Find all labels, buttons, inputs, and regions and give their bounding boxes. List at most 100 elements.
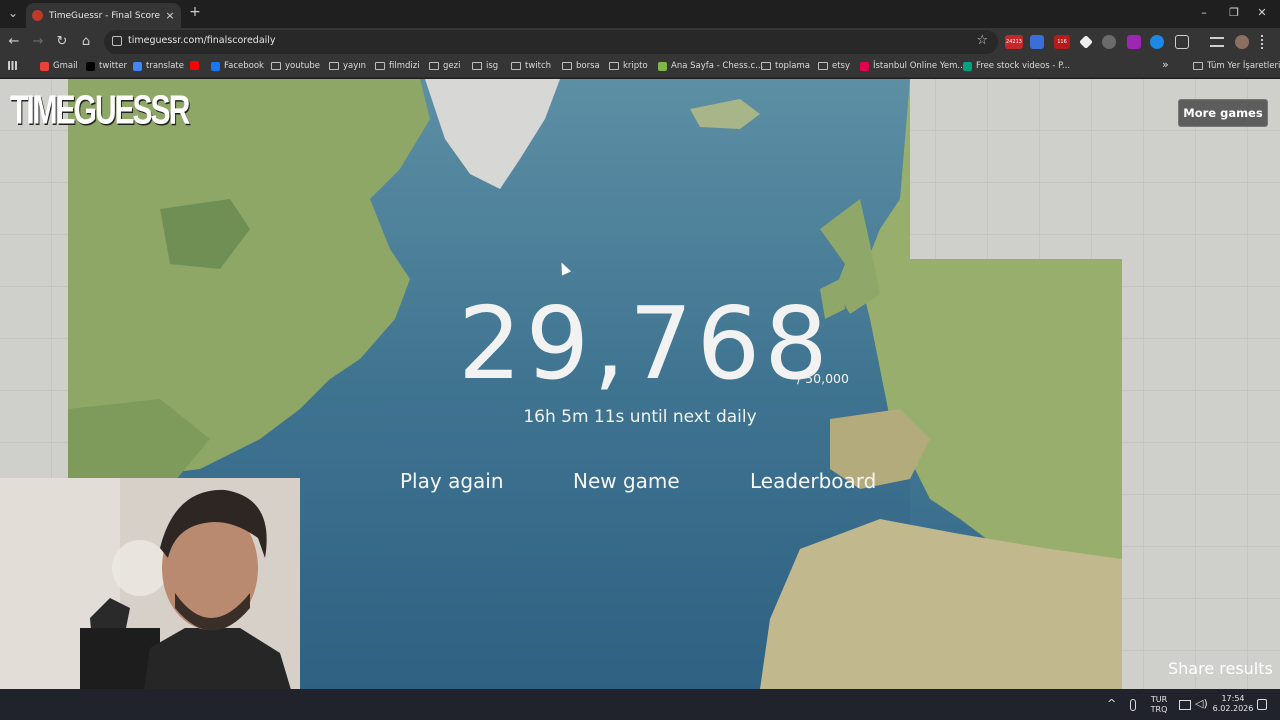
- address-bar[interactable]: timeguessr.com/finalscoredaily ☆: [104, 30, 998, 54]
- final-score: 29,768: [458, 285, 832, 402]
- bookmark-item[interactable]: Facebook: [211, 61, 264, 71]
- bookmark-label: youtube: [285, 61, 320, 71]
- gmail-icon: [40, 61, 49, 71]
- forward-button[interactable]: →: [30, 35, 46, 49]
- next-daily-countdown: 16h 5m 11s until next daily: [523, 407, 757, 427]
- bookmark-label: gezi: [443, 61, 461, 71]
- audio-extension-icon[interactable]: [1150, 35, 1164, 49]
- windows-taskbar: ^ TUR TRQ ◁) 17:54 6.02.2026: [0, 689, 1280, 720]
- bookmark-label: İstanbul Online Yem...: [873, 61, 966, 71]
- reading-list-icon[interactable]: [1210, 37, 1224, 47]
- clock-date: 6.02.2026: [1212, 704, 1254, 713]
- webcam-overlay: [0, 478, 300, 720]
- chess-icon: [658, 61, 667, 71]
- bookmark-item[interactable]: kripto: [609, 61, 648, 71]
- more-games-button[interactable]: More games: [1178, 99, 1268, 127]
- bookmark-label: borsa: [576, 61, 600, 71]
- bookmark-item[interactable]: [190, 61, 203, 70]
- bookmark-item[interactable]: twitter: [86, 61, 127, 71]
- bookmark-item[interactable]: gezi: [429, 61, 460, 71]
- bookmark-item[interactable]: borsa: [562, 61, 600, 71]
- bookmark-item[interactable]: youtube: [271, 61, 320, 71]
- translate-extension-icon[interactable]: [1030, 35, 1044, 49]
- bookmark-label: kripto: [623, 61, 648, 71]
- bookmark-item[interactable]: translate: [133, 61, 184, 71]
- site-info-icon[interactable]: [112, 36, 122, 46]
- bookmark-label: Ana Sayfa - Chess.c...: [671, 61, 764, 71]
- yemeksepeti-icon: [860, 61, 869, 71]
- all-bookmarks-folder[interactable]: Tüm Yer İşaretleri: [1193, 61, 1280, 71]
- language-indicator[interactable]: TUR TRQ: [1148, 695, 1170, 715]
- bookmark-item[interactable]: İstanbul Online Yem...: [860, 61, 966, 71]
- new-game-button[interactable]: New game: [573, 469, 680, 493]
- tray-overflow-chevron-icon[interactable]: ^: [1107, 697, 1116, 710]
- bookmark-label: yayın: [343, 61, 367, 71]
- timeguessr-logo[interactable]: TIMEGUESSR: [10, 90, 190, 145]
- bookmark-item[interactable]: Gmail: [40, 61, 78, 71]
- browser-tab-strip: ⌄ TimeGuessr - Final Score × + – ❐ ✕: [0, 0, 1280, 28]
- profile-avatar[interactable]: [1235, 35, 1249, 49]
- bookmark-item[interactable]: isg: [472, 61, 498, 71]
- bookmark-label: Free stock videos - P...: [976, 61, 1071, 71]
- folder-icon: [511, 62, 521, 70]
- play-again-button[interactable]: Play again: [400, 469, 504, 493]
- extension-badge-1-icon[interactable]: 24213: [1005, 35, 1023, 49]
- bookmark-item[interactable]: filmdizi: [375, 61, 420, 71]
- folder-icon: [1193, 62, 1203, 70]
- bookmark-label: Gmail: [53, 61, 78, 71]
- bookmark-item[interactable]: etsy: [818, 61, 850, 71]
- diamond-extension-icon[interactable]: [1079, 35, 1093, 49]
- leaderboard-button[interactable]: Leaderboard: [750, 469, 876, 493]
- youtube-icon: [190, 61, 199, 70]
- close-window-button[interactable]: ✕: [1252, 6, 1272, 19]
- facebook-icon: [211, 61, 220, 71]
- apps-grid-icon[interactable]: [8, 61, 21, 70]
- menu-kebab-icon[interactable]: [1261, 35, 1265, 49]
- bookmarks-overflow-chevron-icon[interactable]: »: [1162, 58, 1169, 71]
- all-bookmarks-label: Tüm Yer İşaretleri: [1207, 61, 1280, 71]
- purple-extension-icon[interactable]: [1127, 35, 1141, 49]
- url-text: timeguessr.com/finalscoredaily: [128, 35, 276, 46]
- bookmark-label: toplama: [775, 61, 810, 71]
- notification-icon[interactable]: [1257, 699, 1267, 710]
- clock[interactable]: 17:54 6.02.2026: [1212, 694, 1254, 714]
- minimize-button[interactable]: –: [1194, 6, 1214, 19]
- bookmark-label: filmdizi: [389, 61, 420, 71]
- network-icon[interactable]: [1179, 700, 1191, 710]
- bookmark-label: translate: [146, 61, 184, 71]
- bookmark-item[interactable]: twitch: [511, 61, 551, 71]
- bookmark-star-icon[interactable]: ☆: [976, 33, 988, 48]
- active-tab[interactable]: TimeGuessr - Final Score ×: [26, 3, 181, 28]
- reload-button[interactable]: ↻: [54, 35, 70, 49]
- share-results-button[interactable]: Share results: [1168, 659, 1273, 678]
- home-button[interactable]: ⌂: [78, 35, 94, 49]
- translate-icon: [133, 61, 142, 71]
- microphone-icon[interactable]: [1130, 699, 1136, 711]
- folder-icon: [818, 62, 828, 70]
- tab-title: TimeGuessr - Final Score: [49, 10, 161, 21]
- tab-search-chevron-icon[interactable]: ⌄: [5, 6, 21, 20]
- bookmark-item[interactable]: yayın: [329, 61, 366, 71]
- folder-icon: [271, 62, 281, 70]
- extension-badge-2-icon[interactable]: 116: [1054, 35, 1070, 49]
- browser-toolbar: ← → ↻ ⌂ timeguessr.com/finalscoredaily ☆…: [0, 28, 1280, 56]
- max-score: / 50,000: [797, 371, 849, 386]
- bookmark-label: isg: [486, 61, 499, 71]
- extensions-puzzle-icon[interactable]: [1175, 35, 1189, 49]
- incognito-extension-icon[interactable]: [1102, 35, 1116, 49]
- back-button[interactable]: ←: [6, 35, 22, 49]
- timeguessr-favicon-icon: [32, 10, 43, 21]
- folder-icon: [375, 62, 385, 70]
- keyboard-layout: TRQ: [1150, 705, 1168, 714]
- bookmark-item[interactable]: toplama: [761, 61, 810, 71]
- tab-close-icon[interactable]: ×: [163, 9, 177, 22]
- new-tab-button[interactable]: +: [187, 5, 203, 19]
- folder-icon: [472, 62, 482, 70]
- pexels-icon: [963, 61, 972, 71]
- restore-button[interactable]: ❐: [1224, 6, 1244, 19]
- x-icon: [86, 61, 95, 71]
- bookmark-item[interactable]: Ana Sayfa - Chess.c...: [658, 61, 763, 71]
- folder-icon: [761, 62, 771, 70]
- volume-icon[interactable]: ◁): [1195, 697, 1208, 710]
- bookmark-item[interactable]: Free stock videos - P...: [963, 61, 1070, 71]
